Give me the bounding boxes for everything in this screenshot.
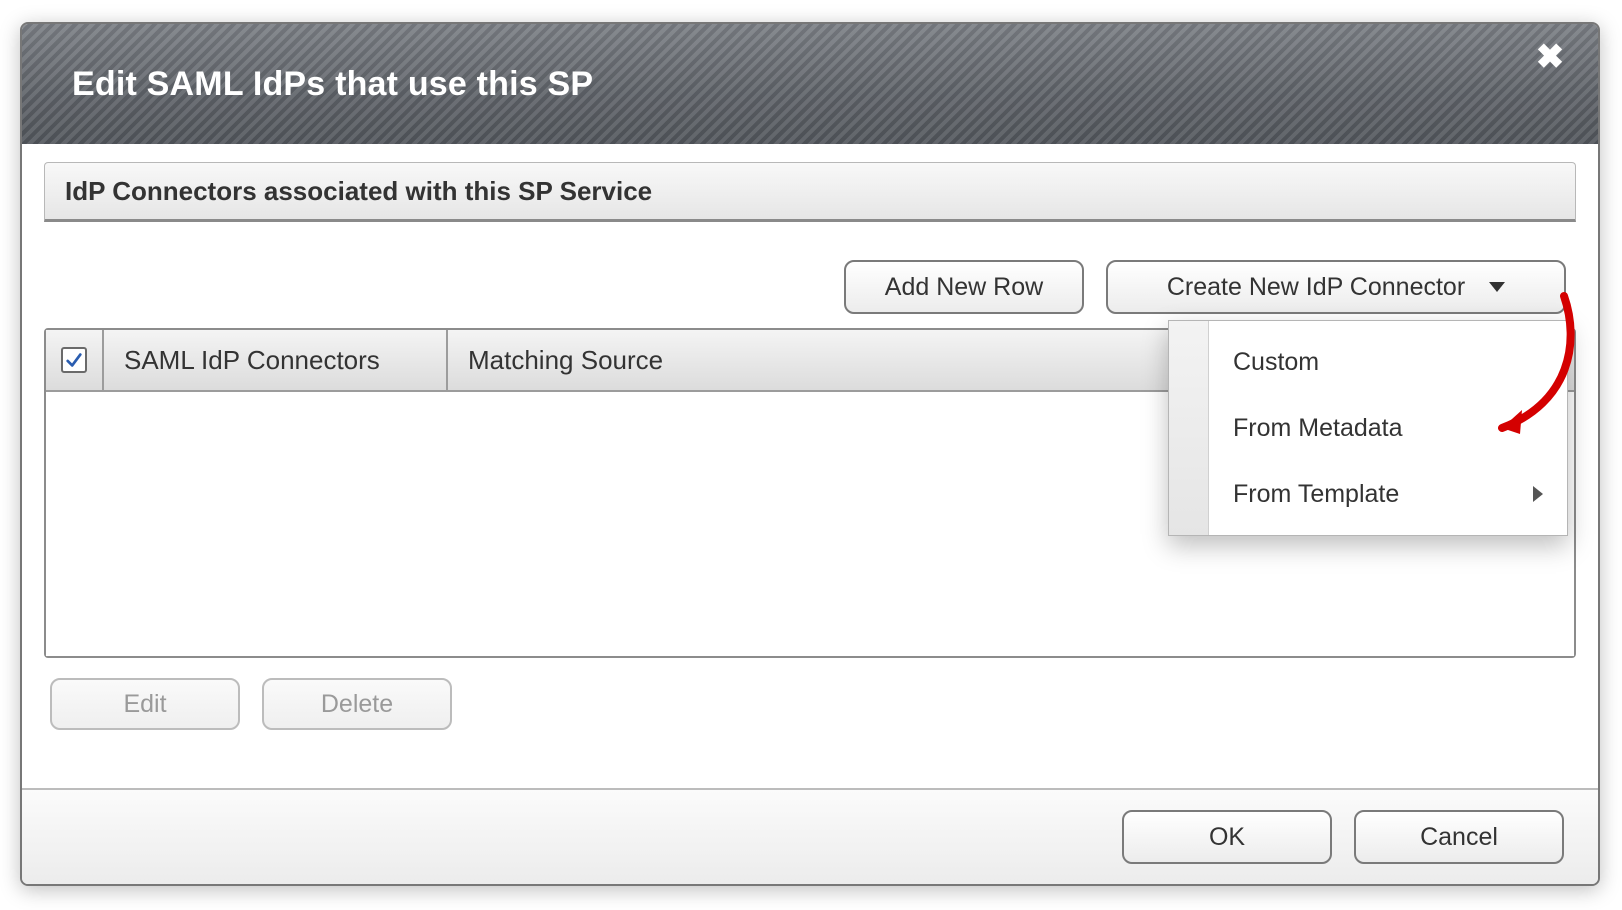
checkbox-icon[interactable] xyxy=(61,347,87,373)
ok-button-label: OK xyxy=(1209,823,1245,852)
dialog-titlebar: Edit SAML IdPs that use this SP ✖ xyxy=(22,24,1598,144)
create-new-idp-connector-button[interactable]: Create New IdP Connector xyxy=(1106,260,1566,314)
section-heading-label: IdP Connectors associated with this SP S… xyxy=(65,176,652,207)
row-actions: Edit Delete xyxy=(44,678,1576,730)
menu-list: Custom From Metadata From Template xyxy=(1209,321,1567,535)
menu-item-from-metadata[interactable]: From Metadata xyxy=(1209,395,1567,461)
menu-gutter xyxy=(1169,321,1209,535)
delete-button[interactable]: Delete xyxy=(262,678,452,730)
table-header-select-all[interactable] xyxy=(46,330,104,390)
dialog: Edit SAML IdPs that use this SP ✖ IdP Co… xyxy=(20,22,1600,886)
table-header-connectors[interactable]: SAML IdP Connectors xyxy=(104,330,448,390)
chevron-down-icon xyxy=(1489,282,1505,292)
close-icon[interactable]: ✖ xyxy=(1532,42,1568,78)
edit-button[interactable]: Edit xyxy=(50,678,240,730)
menu-item-label: From Template xyxy=(1233,480,1399,509)
add-new-row-label: Add New Row xyxy=(885,273,1043,302)
ok-button[interactable]: OK xyxy=(1122,810,1332,864)
menu-item-custom[interactable]: Custom xyxy=(1209,329,1567,395)
menu-item-label: From Metadata xyxy=(1233,414,1403,443)
add-new-row-button[interactable]: Add New Row xyxy=(844,260,1084,314)
table-header-label: SAML IdP Connectors xyxy=(124,345,380,376)
delete-button-label: Delete xyxy=(321,690,393,719)
menu-item-label: Custom xyxy=(1233,348,1319,377)
menu-item-from-template[interactable]: From Template xyxy=(1209,461,1567,527)
create-connector-menu: Custom From Metadata From Template xyxy=(1168,320,1568,536)
dialog-footer: OK Cancel xyxy=(22,788,1598,884)
cancel-button-label: Cancel xyxy=(1420,823,1498,852)
create-new-idp-connector-label: Create New IdP Connector xyxy=(1167,273,1465,302)
dialog-title: Edit SAML IdPs that use this SP xyxy=(72,65,593,104)
table-header-label: Matching Source xyxy=(468,345,663,376)
dialog-body: IdP Connectors associated with this SP S… xyxy=(22,144,1598,730)
edit-button-label: Edit xyxy=(123,690,166,719)
cancel-button[interactable]: Cancel xyxy=(1354,810,1564,864)
chevron-right-icon xyxy=(1533,486,1543,502)
section-heading: IdP Connectors associated with this SP S… xyxy=(44,162,1576,222)
toolbar: Add New Row Create New IdP Connector Cus… xyxy=(44,260,1576,314)
